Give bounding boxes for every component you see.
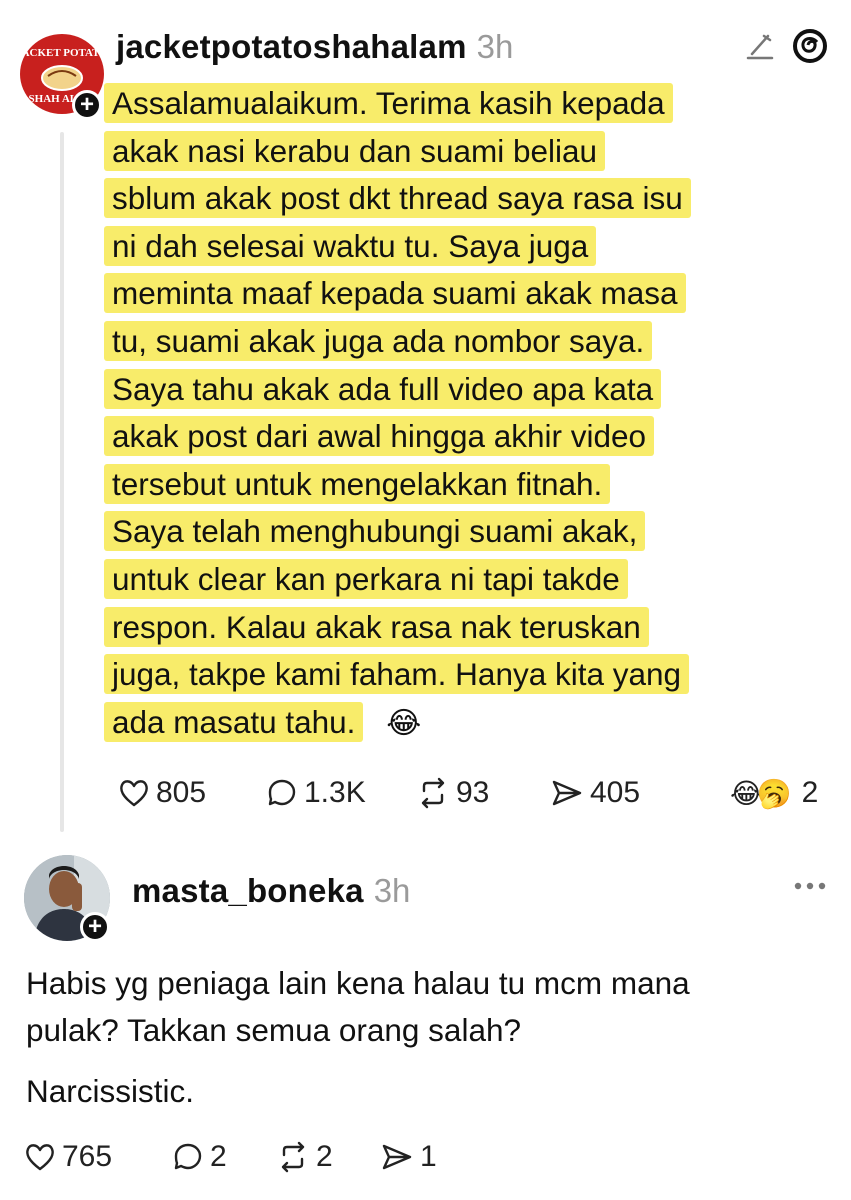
post1-line: ada masatu tahu. 😂 (104, 699, 794, 748)
edit-icon[interactable] (742, 28, 778, 69)
repost-button[interactable]: 93 (416, 776, 550, 810)
post1-line: respon. Kalau akak rasa nak teruskan (104, 604, 794, 652)
heart-icon (120, 780, 148, 807)
reply-count: 2 (210, 1140, 227, 1173)
like-count: 765 (62, 1140, 113, 1173)
post2-line: pulak? Takkan semua orang salah? (26, 1012, 522, 1048)
like-button[interactable]: 765 (24, 1140, 172, 1174)
share-button[interactable]: 1 (380, 1140, 480, 1174)
follow-plus-icon[interactable]: + (80, 912, 110, 942)
post1-line: Assalamualaikum. Terima kasih kepada (104, 80, 794, 128)
repost-icon (281, 1141, 305, 1173)
post1-line: tu, suami akak juga ada nombor saya. (104, 318, 794, 366)
heart-icon (26, 1144, 54, 1171)
share-button[interactable]: 405 (550, 776, 700, 810)
post2-actions: 765 2 2 1 (24, 1140, 480, 1174)
like-button[interactable]: 805 (118, 776, 266, 810)
post1-line: untuk clear kan perkara ni tapi takde (104, 556, 794, 604)
post1-actions: 805 1.3K 93 405 (118, 776, 700, 810)
share-count: 1 (420, 1140, 437, 1173)
post1-line: tersebut untuk mengelakkan fitnah. (104, 461, 794, 509)
more-dots-icon[interactable] (790, 876, 830, 901)
laugh-emoji: 😂 (386, 706, 422, 740)
post2-line: Habis yg peniaga lain kena halau tu mcm … (26, 965, 690, 1001)
post1-line: Saya tahu akak ada full video apa kata (104, 366, 794, 414)
like-count: 805 (156, 776, 207, 809)
post2-username[interactable]: masta_boneka (132, 872, 364, 910)
reply-count: 1.3K (304, 776, 366, 809)
post2-body-2: Narcissistic. (26, 1073, 195, 1109)
repost-count: 93 (456, 776, 490, 809)
threads-logo-icon[interactable] (790, 26, 830, 71)
post1-line: akak nasi kerabu dan suami beliau (104, 128, 794, 176)
post1-username[interactable]: jacketpotatoshahalam (116, 28, 467, 66)
post1-line: sblum akak post dkt thread saya rasa isu (104, 175, 794, 223)
post2-time: 3h (373, 872, 411, 909)
post1-time: 3h (476, 28, 514, 65)
reaction-emojis: 😂🥱 (730, 777, 792, 809)
repost-button[interactable]: 2 (276, 1140, 380, 1174)
repost-icon (421, 777, 445, 809)
follow-plus-icon[interactable]: + (72, 90, 102, 120)
post1-line: meminta maaf kepada suami akak masa (104, 270, 794, 318)
share-count: 405 (590, 776, 641, 809)
reaction-count: 2 (801, 776, 819, 809)
thread-connector-line (60, 132, 64, 832)
comment-icon (174, 1143, 202, 1170)
post1-line: Saya telah menghubungi suami akak, (104, 508, 794, 556)
post1-reactions[interactable]: 😂🥱 2 (730, 776, 818, 810)
post1-line: juga, takpe kami faham. Hanya kita yang (104, 651, 794, 699)
repost-count: 2 (316, 1140, 333, 1173)
post1-line: ni dah selesai waktu tu. Saya juga (104, 223, 794, 271)
post2-body: Habis yg peniaga lain kena halau tu mcm … (26, 960, 826, 1054)
svg-text:JACKET POTATO: JACKET POTATO (16, 47, 108, 59)
comment-icon (268, 779, 296, 806)
post1-body: Assalamualaikum. Terima kasih kepada aka… (104, 80, 794, 747)
send-icon (552, 780, 582, 806)
post1-line: akak post dari awal hingga akhir video (104, 413, 794, 461)
post1-header: jacketpotatoshahalam 3h (116, 28, 513, 66)
send-icon (382, 1144, 412, 1170)
reply-button[interactable]: 2 (172, 1140, 276, 1174)
post2-header: masta_boneka 3h (132, 872, 410, 910)
reply-button[interactable]: 1.3K (266, 776, 416, 810)
